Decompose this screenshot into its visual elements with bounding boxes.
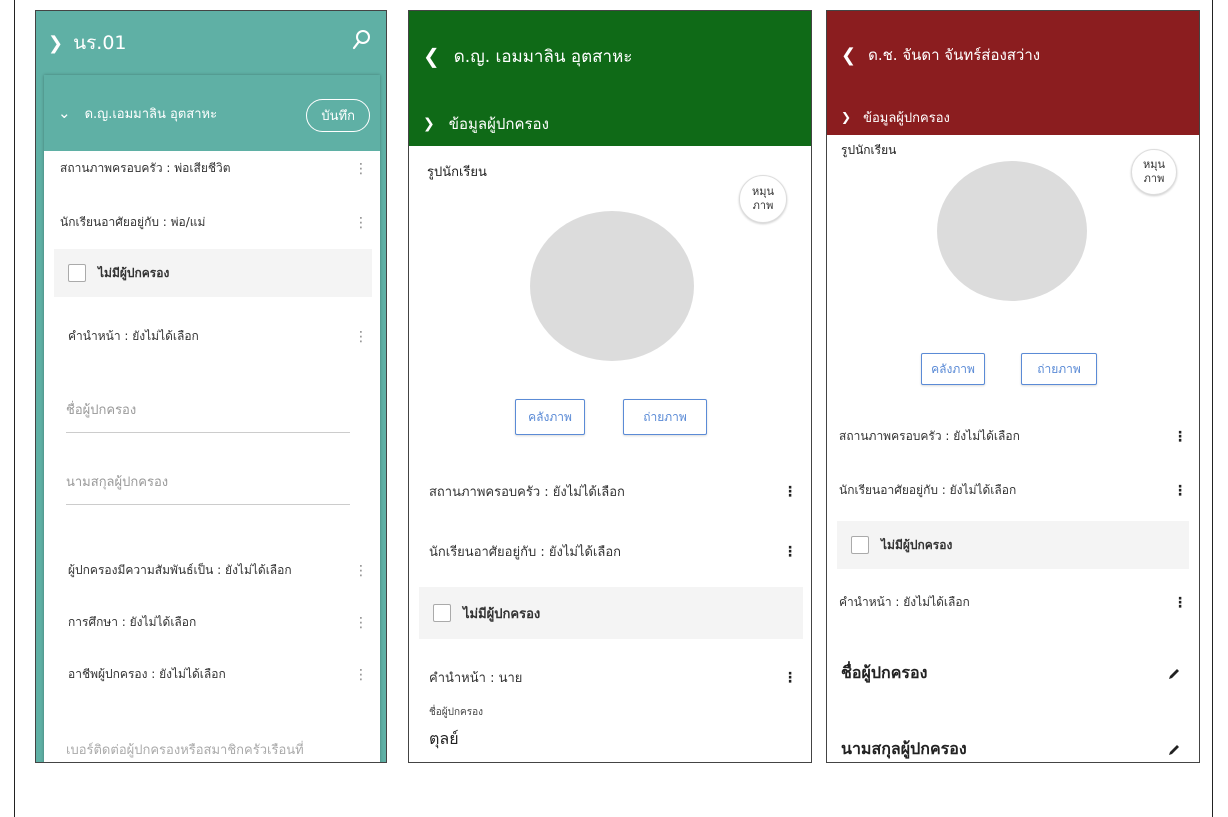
rotate-label-line2: ภาพ xyxy=(752,199,774,212)
chevron-down-icon[interactable]: ❯ xyxy=(423,116,435,132)
pencil-icon[interactable] xyxy=(1167,743,1181,757)
rotate-label-line1: หมุน xyxy=(751,184,775,198)
app-header: ❮ ด.ช. จันดา จันทร์ส่องสว่าง xyxy=(827,11,1199,99)
prefix-text: คำนำหน้า : นาย xyxy=(429,671,523,686)
guardian-name-row[interactable]: ชื่อผู้ปกครอง xyxy=(827,661,1195,686)
more-vert-icon[interactable]: ⋮ xyxy=(1173,430,1187,444)
more-vert-icon[interactable]: ⋮ xyxy=(1173,484,1187,498)
no-guardian-checkbox[interactable] xyxy=(851,536,869,554)
no-guardian-label: ไม่มีผู้ปกครอง xyxy=(463,606,541,622)
more-vert-icon[interactable]: ⋮ xyxy=(783,671,797,685)
student-card: ⌄ ด.ญ.เอมมาลิน อุตสาหะ บันทึก สถานภาพครอ… xyxy=(44,75,380,762)
section-header[interactable]: ❯ ข้อมูลผู้ปกครอง xyxy=(827,99,1199,135)
search-icon[interactable] xyxy=(352,29,372,51)
photo-label: รูปนักเรียน xyxy=(427,165,487,180)
phone-input[interactable]: เบอร์ติดต่อผู้ปกครองหรือสมาชิกครัวเรือนท… xyxy=(66,739,366,760)
guardian-surname-row[interactable]: นามสกุลผู้ปกครอง xyxy=(827,737,1195,762)
lives-with-text: นักเรียนอาศัยอยู่กับ : ยังไม่ได้เลือก xyxy=(429,545,621,560)
rotate-image-button[interactable]: หมุน ภาพ xyxy=(739,175,787,223)
prefix-row[interactable]: คำนำหน้า : ยังไม่ได้เลือก ⋮ xyxy=(827,593,1195,612)
header-title: นร.01 xyxy=(73,32,127,54)
lives-with-row[interactable]: นักเรียนอาศัยอยู่กับ : ยังไม่ได้เลือก ⋮ xyxy=(827,481,1195,500)
more-vert-icon[interactable]: ⋮ xyxy=(354,162,368,176)
student-photo-placeholder[interactable] xyxy=(937,161,1087,301)
relationship-row[interactable]: ผู้ปกครองมีความสัมพันธ์เป็น : ยังไม่ได้เ… xyxy=(52,561,380,580)
prefix-row[interactable]: คำนำหน้า : นาย ⋮ xyxy=(413,667,809,688)
photo-label: รูปนักเรียน xyxy=(841,143,897,157)
pencil-icon[interactable] xyxy=(1167,667,1181,681)
panel-maroon-form: ❮ ด.ช. จันดา จันทร์ส่องสว่าง ❯ ข้อมูลผู้… xyxy=(826,10,1200,763)
no-guardian-checkbox-row[interactable]: ไม่มีผู้ปกครอง xyxy=(419,587,803,639)
rotate-label-line2: ภาพ xyxy=(1143,172,1165,185)
camera-button[interactable]: ถ่ายภาพ xyxy=(623,399,707,435)
camera-button[interactable]: ถ่ายภาพ xyxy=(1021,353,1097,385)
section-title: ข้อมูลผู้ปกครอง xyxy=(448,114,549,133)
lives-with-row[interactable]: นักเรียนอาศัยอยู่กับ : พ่อ/แม่ ⋮ xyxy=(44,213,380,232)
lives-with-row[interactable]: นักเรียนอาศัยอยู่กับ : ยังไม่ได้เลือก ⋮ xyxy=(413,541,809,562)
relationship-text: ผู้ปกครองมีความสัมพันธ์เป็น : ยังไม่ได้เ… xyxy=(68,563,292,577)
back-arrow-icon[interactable]: ❮ xyxy=(841,45,856,66)
more-vert-icon[interactable]: ⋮ xyxy=(783,485,797,499)
rotate-label-line1: หมุน xyxy=(1142,157,1166,171)
occupation-text: อาชีพผู้ปกครอง : ยังไม่ได้เลือก xyxy=(68,667,226,681)
no-guardian-label: ไม่มีผู้ปกครอง xyxy=(881,537,953,552)
guardian-name-label: ชื่อผู้ปกครอง xyxy=(429,707,484,718)
education-row[interactable]: การศึกษา : ยังไม่ได้เลือก ⋮ xyxy=(52,613,380,632)
more-vert-icon[interactable]: ⋮ xyxy=(354,330,368,344)
guardian-name-label: ชื่อผู้ปกครอง xyxy=(841,663,928,682)
gallery-button[interactable]: คลังภาพ xyxy=(921,353,985,385)
back-arrow-icon[interactable]: ❮ xyxy=(423,44,440,68)
lives-with-text: นักเรียนอาศัยอยู่กับ : ยังไม่ได้เลือก xyxy=(839,483,1017,497)
guardian-name-input[interactable]: ตุลย์ xyxy=(429,727,459,752)
family-status-text: สถานภาพครอบครัว : ยังไม่ได้เลือก xyxy=(839,429,1020,443)
chevron-down-icon[interactable]: ❯ xyxy=(841,110,851,124)
family-status-row[interactable]: สถานภาพครอบครัว : ยังไม่ได้เลือก ⋮ xyxy=(413,481,809,502)
student-photo-placeholder[interactable] xyxy=(530,211,694,361)
family-status-row[interactable]: สถานภาพครอบครัว : ยังไม่ได้เลือก ⋮ xyxy=(827,427,1195,446)
occupation-row[interactable]: อาชีพผู้ปกครอง : ยังไม่ได้เลือก ⋮ xyxy=(52,665,380,684)
more-vert-icon[interactable]: ⋮ xyxy=(1173,596,1187,610)
no-guardian-label: ไม่มีผู้ปกครอง xyxy=(98,265,170,280)
family-status-text: สถานภาพครอบครัว : พ่อเสียชีวิต xyxy=(60,161,231,175)
no-guardian-checkbox-row[interactable]: ไม่มีผู้ปกครอง xyxy=(837,521,1189,569)
more-vert-icon[interactable]: ⋮ xyxy=(354,668,368,682)
prefix-text: คำนำหน้า : ยังไม่ได้เลือก xyxy=(839,595,970,609)
student-card-header[interactable]: ⌄ ด.ญ.เอมมาลิน อุตสาหะ บันทึก xyxy=(44,75,380,151)
student-name: ด.ญ.เอมมาลิน อุตสาหะ xyxy=(84,106,218,122)
more-vert-icon[interactable]: ⋮ xyxy=(354,564,368,578)
family-status-text: สถานภาพครอบครัว : ยังไม่ได้เลือก xyxy=(429,485,625,500)
panel-green-form: ❮ ด.ญ. เอมมาลิน อุตสาหะ ❯ ข้อมูลผู้ปกครอ… xyxy=(408,10,812,763)
save-button[interactable]: บันทึก xyxy=(306,99,370,132)
header-title: ด.ญ. เอมมาลิน อุตสาหะ xyxy=(453,46,633,67)
prefix-text: คำนำหน้า : ยังไม่ได้เลือก xyxy=(68,329,199,343)
guardian-surname-input[interactable]: นามสกุลผู้ปกครอง xyxy=(66,471,350,505)
header-title: ด.ช. จันดา จันทร์ส่องสว่าง xyxy=(868,46,1041,64)
lives-with-text: นักเรียนอาศัยอยู่กับ : พ่อ/แม่ xyxy=(60,215,206,229)
panel-teal-form: ❯ นร.01 ⌄ ด.ญ.เอมมาลิน อุตสาหะ บันทึก สถ… xyxy=(35,10,387,763)
rotate-image-button[interactable]: หมุน ภาพ xyxy=(1131,149,1177,195)
more-vert-icon[interactable]: ⋮ xyxy=(354,216,368,230)
app-header: ❮ ด.ญ. เอมมาลิน อุตสาหะ xyxy=(409,11,811,101)
section-title: ข้อมูลผู้ปกครอง xyxy=(863,110,950,126)
education-text: การศึกษา : ยังไม่ได้เลือก xyxy=(68,615,197,629)
gallery-button[interactable]: คลังภาพ xyxy=(515,399,585,435)
chevron-down-icon[interactable]: ❯ xyxy=(48,33,63,54)
app-header: ❯ นร.01 xyxy=(36,11,386,75)
guardian-name-input[interactable]: ชื่อผู้ปกครอง xyxy=(66,399,350,433)
frame-right-border xyxy=(1212,0,1213,817)
no-guardian-checkbox[interactable] xyxy=(68,264,86,282)
no-guardian-checkbox-row[interactable]: ไม่มีผู้ปกครอง xyxy=(54,249,372,297)
more-vert-icon[interactable]: ⋮ xyxy=(783,545,797,559)
no-guardian-checkbox[interactable] xyxy=(433,604,451,622)
prefix-row[interactable]: คำนำหน้า : ยังไม่ได้เลือก ⋮ xyxy=(52,327,380,346)
guardian-surname-label: นามสกุลผู้ปกครอง xyxy=(841,739,967,758)
chevron-down-icon[interactable]: ⌄ xyxy=(58,104,71,122)
family-status-row[interactable]: สถานภาพครอบครัว : พ่อเสียชีวิต ⋮ xyxy=(44,159,380,178)
section-header[interactable]: ❯ ข้อมูลผู้ปกครอง xyxy=(409,101,811,146)
more-vert-icon[interactable]: ⋮ xyxy=(354,616,368,630)
